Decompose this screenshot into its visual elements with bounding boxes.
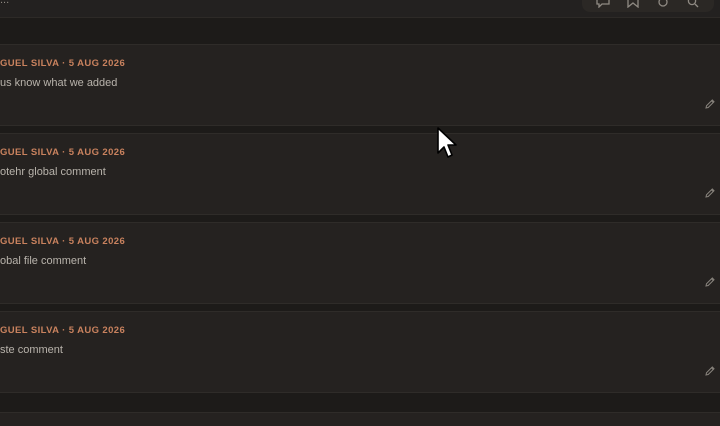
edit-pencil-icon[interactable] [704, 275, 716, 287]
mouse-pointer-icon [437, 127, 457, 158]
comments-panel: ... GUEL SILVA · 5 AUG 2026 us know what… [0, 0, 720, 426]
top-bar: ... [0, 0, 720, 18]
comment-card[interactable]: GUEL SILVA · 5 AUG 2026 us know what we … [0, 44, 720, 126]
comment-meta: GUEL SILVA · 5 AUG 2026 [0, 147, 126, 158]
comment-card[interactable]: GUEL SILVA · 5 AUG 2026 otehr global com… [0, 133, 720, 215]
comment-card[interactable]: GUEL SILVA · 5 AUG 2026 obal file commen… [0, 222, 720, 304]
bookmark-icon[interactable] [625, 0, 641, 9]
comment-text: obal file comment [0, 255, 87, 267]
edit-pencil-icon[interactable] [704, 97, 716, 109]
search-icon[interactable] [685, 0, 701, 9]
edit-pencil-icon[interactable] [704, 364, 716, 376]
comment-card[interactable]: GUEL SILVA · 5 AUG 2026 ste comment [0, 311, 720, 393]
toolbar [582, 0, 714, 12]
edit-pencil-icon[interactable] [704, 186, 716, 198]
comment-text: us know what we added [0, 77, 118, 89]
comment-icon[interactable] [595, 0, 611, 9]
comment-meta: GUEL SILVA · 5 AUG 2026 [0, 236, 126, 247]
settings-icon[interactable] [655, 0, 671, 9]
comment-text: ste comment [0, 344, 63, 356]
next-card-edge [0, 412, 720, 426]
top-bar-fragment: ... [0, 0, 10, 6]
comment-meta: GUEL SILVA · 5 AUG 2026 [0, 58, 126, 69]
comment-meta: GUEL SILVA · 5 AUG 2026 [0, 325, 126, 336]
comment-text: otehr global comment [0, 166, 106, 178]
